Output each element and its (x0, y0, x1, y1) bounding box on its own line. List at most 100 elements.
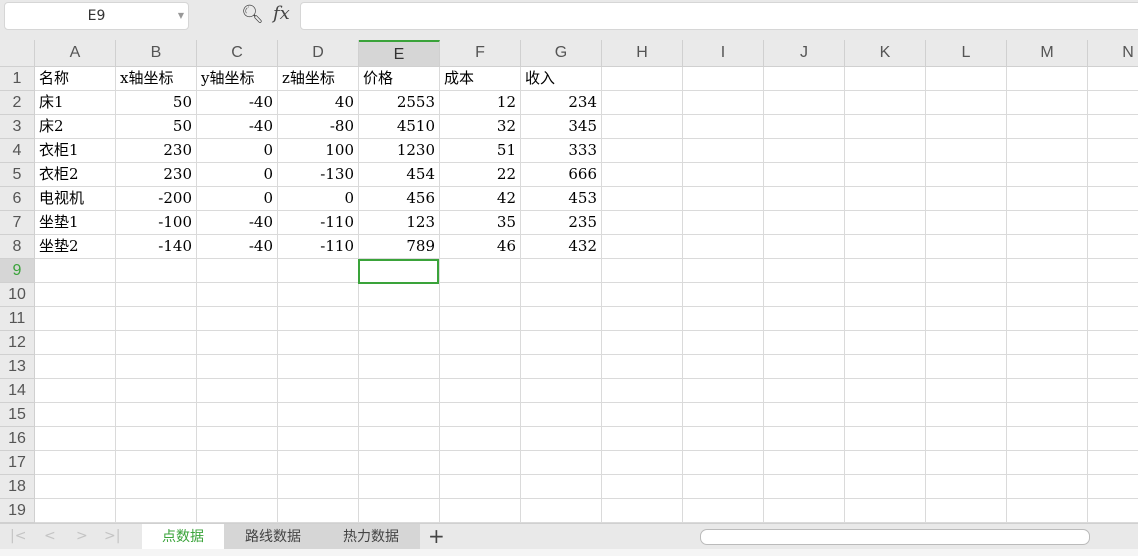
cell-e16[interactable] (359, 427, 440, 451)
cell-e17[interactable] (359, 451, 440, 475)
cell-h11[interactable] (602, 307, 683, 331)
cell-f7[interactable]: 35 (440, 211, 521, 235)
cell-b19[interactable] (116, 499, 197, 523)
cell-c2[interactable]: -40 (197, 91, 278, 115)
cell-m5[interactable] (1007, 163, 1088, 187)
cell-l12[interactable] (926, 331, 1007, 355)
horizontal-scrollbar[interactable] (700, 529, 1090, 545)
cell-g2[interactable]: 234 (521, 91, 602, 115)
cell-c19[interactable] (197, 499, 278, 523)
cell-f12[interactable] (440, 331, 521, 355)
cell-j15[interactable] (764, 403, 845, 427)
cell-j11[interactable] (764, 307, 845, 331)
column-header-f[interactable]: F (440, 40, 521, 67)
cell-a6[interactable]: 电视机 (35, 187, 116, 211)
cell-c4[interactable]: 0 (197, 139, 278, 163)
cell-c15[interactable] (197, 403, 278, 427)
row-header[interactable]: 6 (0, 187, 35, 211)
column-header-h[interactable]: H (602, 40, 683, 67)
cell-a7[interactable]: 坐垫1 (35, 211, 116, 235)
cell-c16[interactable] (197, 427, 278, 451)
cell-m16[interactable] (1007, 427, 1088, 451)
column-header-n[interactable]: N (1088, 40, 1138, 67)
cell-f14[interactable] (440, 379, 521, 403)
cell-d2[interactable]: 40 (278, 91, 359, 115)
cell-l2[interactable] (926, 91, 1007, 115)
cell-h4[interactable] (602, 139, 683, 163)
cell-n1[interactable] (1088, 67, 1138, 91)
cell-m3[interactable] (1007, 115, 1088, 139)
cell-d16[interactable] (278, 427, 359, 451)
cell-l17[interactable] (926, 451, 1007, 475)
row-header[interactable]: 13 (0, 355, 35, 379)
column-header-k[interactable]: K (845, 40, 926, 67)
cell-a17[interactable] (35, 451, 116, 475)
cell-k11[interactable] (845, 307, 926, 331)
column-header-a[interactable]: A (35, 40, 116, 67)
cell-b13[interactable] (116, 355, 197, 379)
cell-d14[interactable] (278, 379, 359, 403)
cell-k9[interactable] (845, 259, 926, 283)
cell-e5[interactable]: 454 (359, 163, 440, 187)
cell-m19[interactable] (1007, 499, 1088, 523)
cell-b16[interactable] (116, 427, 197, 451)
cell-h19[interactable] (602, 499, 683, 523)
cell-b9[interactable] (116, 259, 197, 283)
cell-f5[interactable]: 22 (440, 163, 521, 187)
cell-g4[interactable]: 333 (521, 139, 602, 163)
row-header[interactable]: 7 (0, 211, 35, 235)
cell-l14[interactable] (926, 379, 1007, 403)
cell-h8[interactable] (602, 235, 683, 259)
cell-m10[interactable] (1007, 283, 1088, 307)
row-header[interactable]: 3 (0, 115, 35, 139)
cell-m18[interactable] (1007, 475, 1088, 499)
cell-i1[interactable] (683, 67, 764, 91)
cell-b7[interactable]: -100 (116, 211, 197, 235)
cell-f3[interactable]: 32 (440, 115, 521, 139)
cell-b10[interactable] (116, 283, 197, 307)
cell-k4[interactable] (845, 139, 926, 163)
cell-k6[interactable] (845, 187, 926, 211)
cell-d4[interactable]: 100 (278, 139, 359, 163)
cell-c14[interactable] (197, 379, 278, 403)
cell-k17[interactable] (845, 451, 926, 475)
cell-h6[interactable] (602, 187, 683, 211)
selected-cell[interactable] (358, 259, 439, 284)
cell-g16[interactable] (521, 427, 602, 451)
zoom-icon[interactable]: 🔍︎ (241, 4, 264, 25)
cell-n16[interactable] (1088, 427, 1138, 451)
cell-f19[interactable] (440, 499, 521, 523)
cell-i2[interactable] (683, 91, 764, 115)
cell-m2[interactable] (1007, 91, 1088, 115)
cell-n15[interactable] (1088, 403, 1138, 427)
cell-k15[interactable] (845, 403, 926, 427)
cell-d11[interactable] (278, 307, 359, 331)
cell-i11[interactable] (683, 307, 764, 331)
cell-m14[interactable] (1007, 379, 1088, 403)
cell-c8[interactable]: -40 (197, 235, 278, 259)
cell-n9[interactable] (1088, 259, 1138, 283)
cell-f10[interactable] (440, 283, 521, 307)
cell-g1[interactable]: 收入 (521, 67, 602, 91)
column-header-i[interactable]: I (683, 40, 764, 67)
cell-n14[interactable] (1088, 379, 1138, 403)
cell-a9[interactable] (35, 259, 116, 283)
row-header[interactable]: 16 (0, 427, 35, 451)
cell-d12[interactable] (278, 331, 359, 355)
cell-j16[interactable] (764, 427, 845, 451)
cell-d19[interactable] (278, 499, 359, 523)
cell-g17[interactable] (521, 451, 602, 475)
row-header[interactable]: 15 (0, 403, 35, 427)
cell-m8[interactable] (1007, 235, 1088, 259)
cell-j7[interactable] (764, 211, 845, 235)
cell-m17[interactable] (1007, 451, 1088, 475)
next-sheet-icon[interactable]: > (76, 528, 88, 544)
cell-d15[interactable] (278, 403, 359, 427)
row-header[interactable]: 17 (0, 451, 35, 475)
cell-n8[interactable] (1088, 235, 1138, 259)
cell-h15[interactable] (602, 403, 683, 427)
cell-c10[interactable] (197, 283, 278, 307)
cell-n5[interactable] (1088, 163, 1138, 187)
cell-i13[interactable] (683, 355, 764, 379)
cell-a15[interactable] (35, 403, 116, 427)
